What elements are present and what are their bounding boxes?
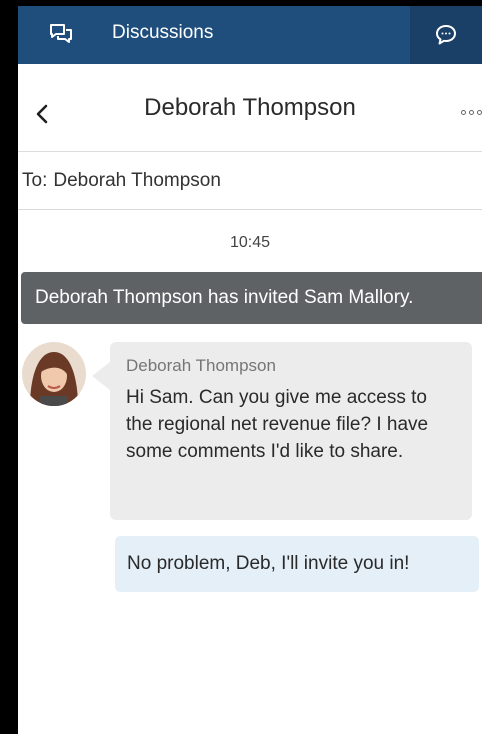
chat-bubbles-icon[interactable] <box>48 22 74 46</box>
to-label: To: <box>22 169 48 191</box>
more-options-icon[interactable] <box>461 110 482 115</box>
incoming-message: Deborah Thompson Hi Sam. Can you give me… <box>92 342 472 520</box>
message-area-empty <box>18 606 482 734</box>
discussions-app: Discussions Deborah Thompson To: Deborah… <box>18 6 482 734</box>
recipient-name: Deborah Thompson <box>53 169 221 191</box>
top-bar: Discussions <box>18 6 482 64</box>
conversation-title: Deborah Thompson <box>144 94 356 121</box>
chat-button[interactable] <box>410 6 482 64</box>
message-text: Hi Sam. Can you give me access to the re… <box>126 387 429 462</box>
app-title: Discussions <box>112 22 214 43</box>
message-timestamp: 10:45 <box>229 234 271 251</box>
avatar[interactable] <box>22 342 86 406</box>
message-sender: Deborah Thompson <box>126 356 276 375</box>
conversation-header: Deborah Thompson <box>18 64 482 152</box>
recipient-row: To: Deborah Thompson <box>18 152 482 210</box>
chat-bubble-icon <box>436 25 456 45</box>
outgoing-message: No problem, Deb, I'll invite you in! <box>115 536 479 592</box>
system-message: Deborah Thompson has invited Sam Mallory… <box>21 272 482 324</box>
